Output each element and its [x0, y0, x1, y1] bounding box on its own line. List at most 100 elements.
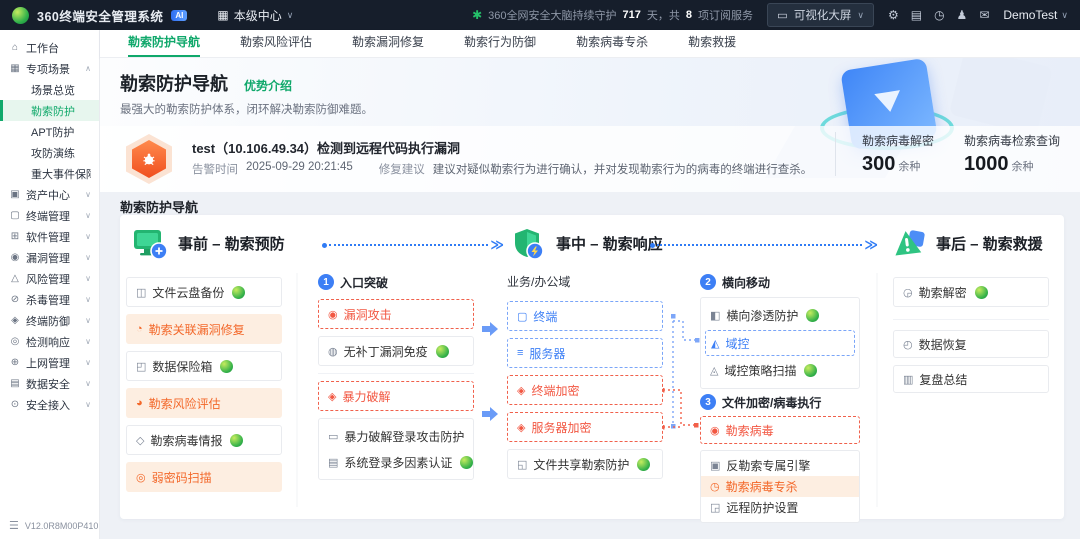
sidebar-item-detect-response[interactable]: ◎检测响应∨	[0, 331, 99, 352]
center-switcher[interactable]: ▦ 本级中心 ∨	[217, 7, 293, 24]
attack-vuln-exploit[interactable]: ◉漏洞攻击	[318, 299, 474, 329]
immunity-icon: ◍	[328, 345, 338, 358]
sidebar-item-scene-overview[interactable]: 场景总览	[0, 79, 99, 100]
tab-vuln-fix[interactable]: 勒索漏洞修复	[352, 30, 424, 57]
sidebar-item-risk-mgmt[interactable]: △风险管理∨	[0, 268, 99, 289]
alarm-icon[interactable]: ◷	[934, 8, 944, 22]
sidebar-item-vuln-mgmt[interactable]: ◉漏洞管理∨	[0, 247, 99, 268]
item-data-safebox[interactable]: ◰数据保险箱	[126, 351, 282, 381]
node-domain-controller[interactable]: ◭域控	[705, 330, 855, 356]
stat-search: 勒索病毒检索查询 1000余种	[964, 132, 1060, 176]
attack-brute-force[interactable]: ◈暴力破解	[318, 381, 474, 411]
badge-360-icon	[460, 456, 473, 469]
item-lateral-protect[interactable]: ◧横向渗透防护	[701, 302, 859, 329]
bug-icon	[132, 140, 166, 178]
monitor-icon: ▢	[517, 310, 527, 323]
banner: 勒索防护导航优势介绍 最强大的勒索防护体系，闭环解决勒索防御难题。 test（1…	[100, 58, 1080, 192]
sidebar-item-assets[interactable]: ▣资产中心∨	[0, 184, 99, 205]
node-server-encrypted[interactable]: ◈服务器加密	[507, 412, 663, 442]
lateral-icon: ◧	[710, 309, 720, 322]
engine-icon: ▣	[710, 459, 720, 472]
stat-decrypt: 勒索病毒解密 300余种	[862, 132, 934, 176]
item-ransom-decrypt[interactable]: ◶勒索解密	[893, 277, 1049, 307]
alert-title[interactable]: test（10.106.49.34）检测到远程代码执行漏洞	[192, 138, 460, 157]
advantage-intro-link[interactable]: 优势介绍	[244, 77, 292, 94]
stat-value: 300	[862, 153, 895, 175]
item-virus-kill[interactable]: ◷勒索病毒专杀	[701, 476, 859, 497]
mail-icon[interactable]: ✉	[979, 8, 989, 22]
tab-virus-kill[interactable]: 勒索病毒专杀	[576, 30, 648, 57]
item-bruteforce-login-protect[interactable]: ▭暴力破解登录攻击防护	[319, 423, 473, 449]
badge-360-icon	[975, 286, 988, 299]
sidebar-item-workbench[interactable]: ⌂工作台	[0, 37, 99, 58]
username: DemoTest	[1003, 8, 1057, 22]
item-review-summary[interactable]: ▥复盘总结	[893, 365, 1049, 393]
divider	[893, 319, 1049, 320]
attack-ransomware[interactable]: ◉勒索病毒	[700, 416, 860, 444]
chevron-down-icon: ∨	[1061, 10, 1068, 21]
center-icon: ▦	[217, 8, 228, 22]
internet-icon: ⊕	[8, 357, 22, 368]
user-menu[interactable]: DemoTest ∨	[1003, 8, 1068, 22]
item-virus-intel[interactable]: ◇勒索病毒情报	[126, 425, 282, 455]
sidebar-item-ransom-protect[interactable]: 勒索防护	[0, 100, 99, 121]
lock-icon: ◈	[517, 384, 525, 397]
sidebar-item-major-event[interactable]: 重大事件保障	[0, 163, 99, 184]
entry-header: 入口突破	[340, 274, 388, 291]
remote-icon: ◲	[710, 501, 720, 514]
org-icon[interactable]: ♟	[957, 8, 968, 22]
item-cloud-backup[interactable]: ◫文件云盘备份	[126, 277, 282, 307]
node-terminal-encrypted[interactable]: ◈终端加密	[507, 375, 663, 405]
item-data-recovery[interactable]: ◴数据恢复	[893, 330, 1049, 358]
node-server[interactable]: ≡服务器	[507, 338, 663, 368]
sidebar-item-secure-access[interactable]: ⊙安全接入∨	[0, 394, 99, 415]
tab-ransom-nav[interactable]: 勒索防护导航	[128, 30, 200, 57]
flow-arrow-icon: ≫	[322, 240, 504, 250]
tab-rescue[interactable]: 勒索救援	[688, 30, 736, 57]
item-mfa-login[interactable]: ▤系统登录多因素认证	[319, 449, 473, 475]
stat-label: 勒索病毒检索查询	[964, 132, 1060, 149]
guard-days: 717	[623, 9, 641, 21]
item-anti-ransom-engine[interactable]: ▣反勒索专属引擎	[701, 455, 859, 476]
chevron-down-icon: ∨	[85, 295, 91, 304]
big-screen-button[interactable]: ▭ 可视化大屏 ∨	[767, 3, 874, 27]
alert-time-label: 告警时间	[192, 161, 238, 177]
tab-behavior-defense[interactable]: 勒索行为防御	[464, 30, 536, 57]
item-fileshare-protect[interactable]: ◱文件共享勒索防护	[507, 449, 663, 479]
page-tabbar: 勒索防护导航 勒索风险评估 勒索漏洞修复 勒索行为防御 勒索病毒专杀 勒索救援	[100, 30, 1080, 58]
badge-360-icon	[232, 286, 245, 299]
sidebar-item-special-scenes[interactable]: ▦专项场景∧	[0, 58, 99, 79]
tab-risk-assess[interactable]: 勒索风险评估	[240, 30, 312, 57]
item-domain-policy-scan[interactable]: ◬域控策略扫描	[701, 357, 859, 384]
sidebar-item-terminal-defense[interactable]: ◈终端防御∨	[0, 310, 99, 331]
sidebar-item-data-security[interactable]: ▤数据安全∨	[0, 373, 99, 394]
item-risk-assess[interactable]: ◕勒索风险评估	[126, 388, 282, 418]
version-label: V12.0R8M00P410	[25, 521, 99, 531]
domain-icon: ◭	[711, 337, 719, 350]
collapse-sidebar-icon[interactable]: ☰	[9, 519, 19, 532]
item-remote-protect-settings[interactable]: ◲远程防护设置	[701, 497, 859, 518]
sidebar-item-terminal-mgmt[interactable]: ▢终端管理∨	[0, 205, 99, 226]
server-icon: ≡	[517, 347, 523, 359]
kill-group: ▣反勒索专属引擎 ◷勒索病毒专杀 ◲远程防护设置	[700, 450, 860, 523]
divider	[318, 373, 474, 374]
page-title: 勒索防护导航	[120, 70, 228, 96]
item-patchless-immunity[interactable]: ◍无补丁漏洞免疫	[318, 336, 474, 366]
item-weak-password-scan[interactable]: ◎弱密码扫描	[126, 462, 282, 492]
settings-icon[interactable]: ⚙	[888, 8, 899, 22]
scene-icon: ▦	[8, 63, 22, 74]
document-icon[interactable]: ▤	[911, 8, 922, 22]
sidebar-item-apt[interactable]: APT防护	[0, 121, 99, 142]
lock-icon: ◈	[328, 390, 336, 403]
sidebar-item-antivirus-mgmt[interactable]: ⊘杀毒管理∨	[0, 289, 99, 310]
sidebar-item-attack-drill[interactable]: 攻防演练	[0, 142, 99, 163]
sidebar-item-software-mgmt[interactable]: ⊞软件管理∨	[0, 226, 99, 247]
announce-mid: 天，共	[647, 7, 680, 23]
chevron-down-icon: ∨	[85, 337, 91, 346]
chevron-down-icon: ∨	[85, 232, 91, 241]
item-ransom-vuln-fix[interactable]: ◔勒索关联漏洞修复	[126, 314, 282, 344]
share-icon: ◱	[517, 458, 527, 471]
scan-icon: ◎	[136, 471, 146, 484]
node-terminal[interactable]: ▢终端	[507, 301, 663, 331]
sidebar-item-internet-mgmt[interactable]: ⊕上网管理∨	[0, 352, 99, 373]
